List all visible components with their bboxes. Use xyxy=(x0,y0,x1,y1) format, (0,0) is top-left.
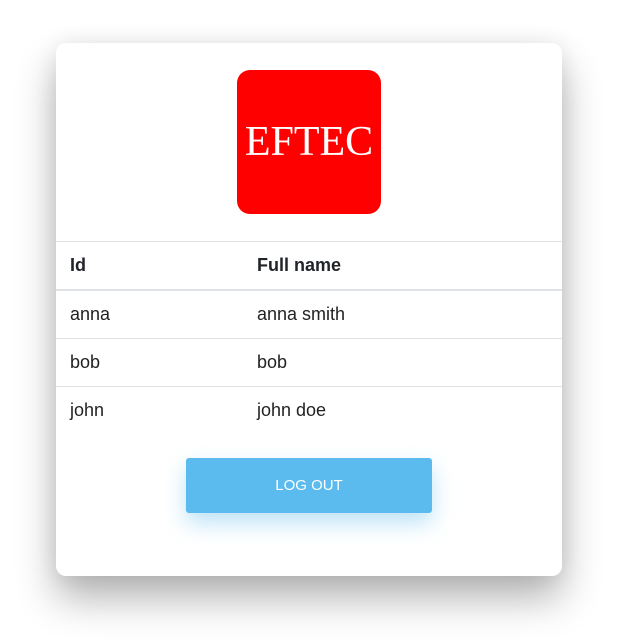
cell-full-name: anna smith xyxy=(243,290,562,339)
user-list-card: EFTEC Id Full name anna anna smith bob b… xyxy=(56,43,562,576)
cell-id: john xyxy=(70,400,105,420)
table-header-row: Id Full name xyxy=(56,241,562,291)
logout-button[interactable]: LOG OUT xyxy=(186,458,432,513)
users-table: Id Full name anna anna smith bob bob joh… xyxy=(56,241,562,434)
column-header-id: Id xyxy=(56,241,243,291)
page: EFTEC Id Full name anna anna smith bob b… xyxy=(0,0,617,641)
logout-container: LOG OUT xyxy=(56,458,562,513)
eftec-logo: EFTEC xyxy=(237,70,381,214)
cell-id: anna xyxy=(56,290,243,339)
table-row: anna anna smith xyxy=(56,290,562,339)
cell-full-name: john doe xyxy=(257,400,327,420)
column-header-full-name: Full name xyxy=(243,241,562,291)
cell-full-name: bob xyxy=(243,338,562,387)
logo-container: EFTEC xyxy=(56,70,562,214)
table-row: bob bob xyxy=(56,338,562,387)
cell-id: bob xyxy=(56,338,243,387)
table-row: john john doe xyxy=(56,387,562,435)
